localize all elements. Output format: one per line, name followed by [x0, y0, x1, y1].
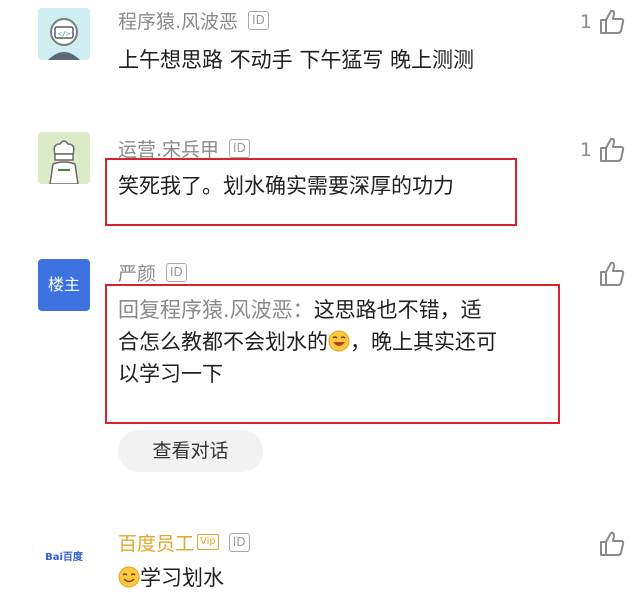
id-badge: ID: [228, 532, 250, 552]
comment-item: </> 程序猿.风波恶 ID 1 上午想思路 不动手 下午猛写 晚上测测: [0, 0, 640, 110]
comment-text: 笑死我了。划水确实需要深厚的功力: [118, 174, 454, 198]
reply-line-2: 合怎么教都不会划水的: [118, 330, 328, 354]
comment-text: 学习划水: [118, 562, 224, 594]
svg-text:</>: </>: [58, 30, 71, 38]
smile-emoji-icon: [118, 566, 140, 588]
user-avatar[interactable]: Bai百度: [38, 532, 90, 584]
view-conversation-button[interactable]: 查看对话: [118, 430, 263, 472]
like-button[interactable]: [598, 260, 626, 288]
like-button[interactable]: [598, 530, 626, 558]
reply-line-1: 这思路也不错，适: [313, 298, 482, 322]
vip-badge: Vip: [197, 534, 219, 550]
baidu-logo-icon: Bai百度: [45, 552, 83, 563]
reply-prefix[interactable]: 回复程序猿.风波恶：: [118, 298, 314, 322]
author-name[interactable]: 百度员工: [118, 529, 194, 556]
author-row: 百度员工 Vip ID: [118, 528, 250, 556]
like-count: 1: [579, 11, 592, 33]
reply-text: 回复程序猿.风波恶：这思路也不错，适 合怎么教都不会划水的 ，晚上其实还可 以学…: [118, 294, 548, 390]
id-badge: ID: [229, 138, 250, 158]
comment-item: Bai百度 百度员工 Vip ID 学习划水: [0, 500, 640, 596]
author-row: 程序猿.风波恶 ID: [118, 6, 269, 34]
user-avatar[interactable]: [38, 132, 90, 184]
thumbs-up-icon: [600, 137, 625, 162]
comment-item: 运营.宋兵甲 ID 1 笑死我了。划水确实需要深厚的功力: [0, 110, 640, 250]
user-avatar[interactable]: </>: [38, 8, 90, 60]
chef-avatar-icon: [38, 132, 90, 184]
author-name[interactable]: 严颜: [118, 259, 156, 286]
like-button[interactable]: 1: [580, 136, 626, 164]
grin-emoji-icon: [328, 330, 350, 352]
like-button[interactable]: 1: [580, 8, 626, 36]
comment-text-body: 学习划水: [140, 566, 224, 590]
owner-avatar[interactable]: 楼主: [38, 259, 90, 311]
author-name[interactable]: 程序猿.风波恶: [118, 7, 238, 34]
thumbs-up-icon: [600, 261, 625, 286]
like-count: 1: [579, 139, 592, 161]
id-badge: ID: [166, 262, 187, 282]
thumbs-up-icon: [600, 531, 625, 556]
owner-badge: 楼主: [47, 275, 80, 294]
thumbs-up-icon: [600, 9, 625, 34]
comment-text: 上午想思路 不动手 下午猛写 晚上测测: [118, 48, 475, 72]
reply-line-3: 以学习一下: [118, 362, 223, 386]
reply-line-2-after: ，晚上其实还可: [350, 330, 497, 354]
author-row: 严颜 ID: [118, 258, 187, 286]
robot-avatar-icon: </>: [38, 8, 90, 60]
comment-item: 楼主 严颜 ID 回复程序猿.风波恶：这思路也不错，适 合怎么教都不会划水的 ，…: [0, 250, 640, 500]
id-badge: ID: [248, 10, 269, 30]
